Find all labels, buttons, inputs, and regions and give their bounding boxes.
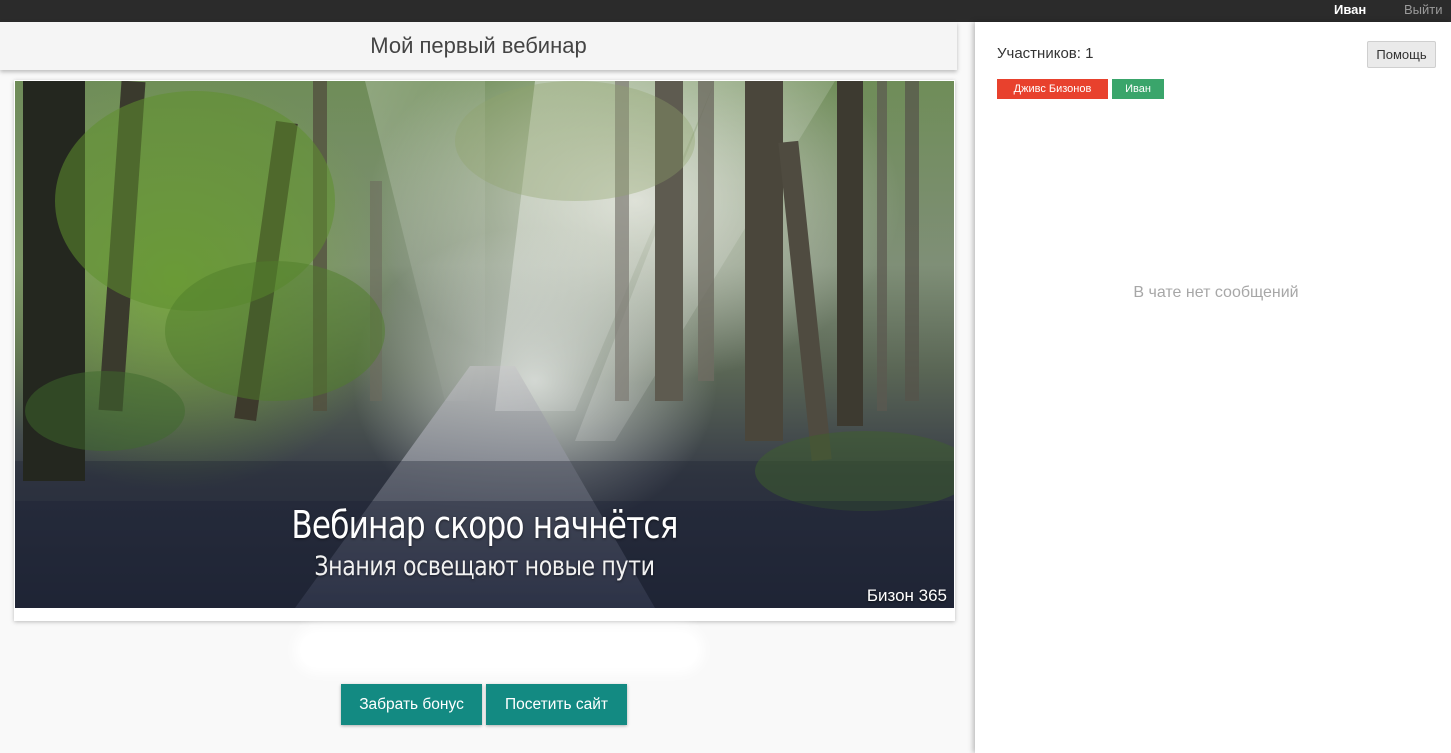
current-user-name[interactable]: Иван xyxy=(1334,2,1366,17)
webinar-title-bar: Мой первый вебинар xyxy=(0,22,957,70)
participant-tag[interactable]: Дживс Бизонов xyxy=(997,79,1108,99)
video-player[interactable]: Вебинар скоро начнётся Знания освещают н… xyxy=(14,80,955,621)
chat-panel: Участников: 1 Помощь Дживс Бизонов Иван … xyxy=(975,22,1451,753)
video-brand: Бизон 365 xyxy=(866,586,947,605)
top-bar: Иван Выйти xyxy=(0,0,1451,22)
webinar-title: Мой первый вебинар xyxy=(370,33,587,58)
claim-bonus-button[interactable]: Забрать бонус xyxy=(341,684,482,725)
video-subline: Знания освещают новые пути xyxy=(314,551,655,582)
redacted-area xyxy=(300,632,698,668)
video-frame[interactable]: Вебинар скоро начнётся Знания освещают н… xyxy=(15,81,954,608)
participant-tag[interactable]: Иван xyxy=(1112,79,1164,99)
logout-link[interactable]: Выйти xyxy=(1404,2,1443,17)
empty-chat-message: В чате нет сообщений xyxy=(1133,284,1299,301)
visit-site-button[interactable]: Посетить сайт xyxy=(486,684,627,725)
participants-count: Участников: 1 xyxy=(997,45,1094,62)
video-headline: Вебинар скоро начнётся xyxy=(291,503,678,547)
help-button[interactable]: Помощь xyxy=(1367,41,1436,68)
